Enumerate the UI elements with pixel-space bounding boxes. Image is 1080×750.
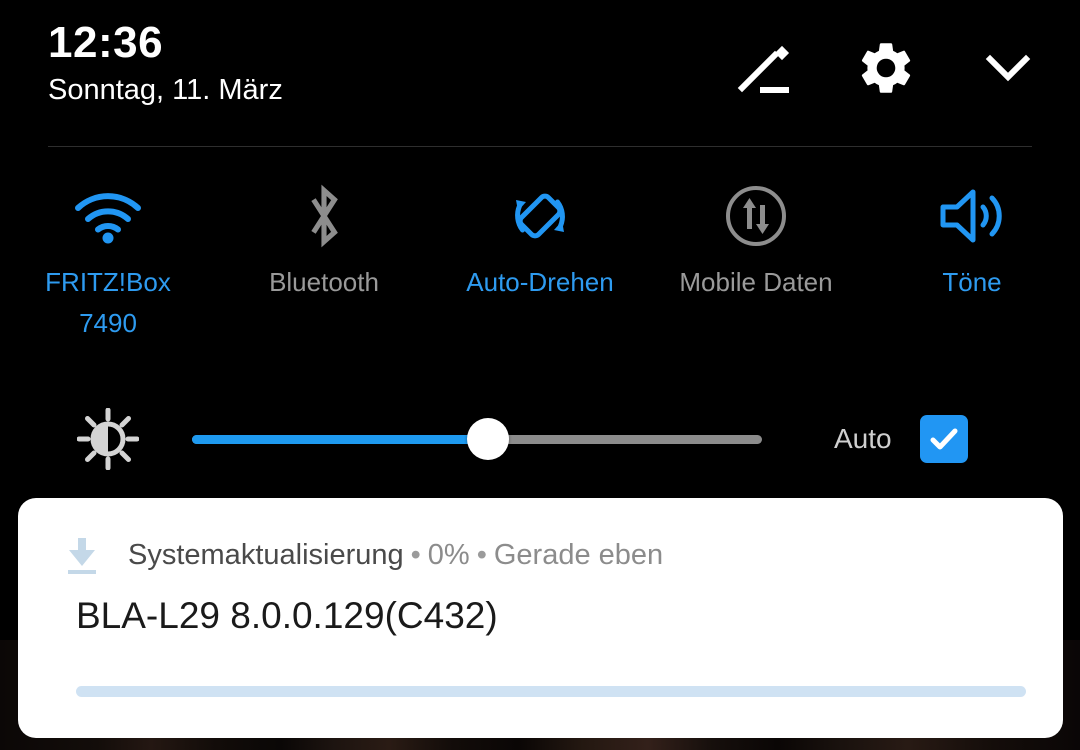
auto-brightness-control[interactable]: Auto xyxy=(834,415,968,463)
notification-separator-2: • xyxy=(476,539,487,571)
slider-thumb[interactable] xyxy=(467,418,510,460)
volume-icon xyxy=(937,180,1007,252)
edit-icon[interactable] xyxy=(732,36,796,100)
tile-label-wifi: FRITZ!Box 7490 xyxy=(45,267,171,338)
tile-wifi[interactable]: FRITZ!Box 7490 xyxy=(0,180,216,344)
slider-fill xyxy=(192,434,489,444)
quick-settings-tiles: FRITZ!Box 7490 Bluetooth Auto-Drehen Mob… xyxy=(0,180,1080,344)
brightness-row: Auto xyxy=(0,404,1080,474)
header-divider xyxy=(48,146,1032,147)
tile-auto-rotate[interactable]: Auto-Drehen xyxy=(432,180,648,344)
wifi-icon xyxy=(72,180,144,252)
tile-label-mobile-data: Mobile Daten xyxy=(679,267,833,297)
header-actions xyxy=(732,36,1040,100)
shade-header: 12:36 Sonntag, 11. März xyxy=(0,0,1080,147)
mobile-data-icon xyxy=(723,180,789,252)
chevron-down-icon[interactable] xyxy=(976,36,1040,100)
tile-label-sound: Töne xyxy=(942,267,1002,297)
notification-shade: 12:36 Sonntag, 11. März FRITZ!Box 7490 B… xyxy=(0,0,1080,750)
clock-date[interactable]: Sonntag, 11. März xyxy=(48,70,283,110)
tile-label-bluetooth: Bluetooth xyxy=(269,267,379,297)
gear-icon[interactable] xyxy=(854,36,918,100)
notification-card[interactable]: Systemaktualisierung • 0% • Gerade eben BLA-… xyxy=(18,498,1063,738)
brightness-slider[interactable] xyxy=(192,418,762,460)
notification-title: BLA-L29 8.0.0.129(C432) xyxy=(76,595,498,636)
clock-time[interactable]: 12:36 xyxy=(48,18,283,68)
bluetooth-icon xyxy=(294,180,354,252)
clock-block[interactable]: 12:36 Sonntag, 11. März xyxy=(48,18,283,110)
auto-rotate-icon xyxy=(506,180,574,252)
notification-app-name: Systemaktualisierung xyxy=(128,539,404,571)
notification-progress-bar xyxy=(76,686,1026,697)
auto-brightness-label: Auto xyxy=(834,423,892,454)
auto-brightness-checkbox[interactable] xyxy=(919,415,968,463)
notification-time-text: Gerade eben xyxy=(493,539,664,571)
notification-header-text: Systemaktualisierung • 0% • Gerade eben xyxy=(128,534,663,576)
download-icon xyxy=(62,534,102,576)
notification-progress-text: 0% xyxy=(427,539,470,571)
notification-separator-1: • xyxy=(410,539,421,571)
tile-mobile-data[interactable]: Mobile Daten xyxy=(648,180,864,344)
notification-header: Systemaktualisierung • 0% • Gerade eben xyxy=(62,534,1063,576)
tile-sound[interactable]: Töne xyxy=(864,180,1080,344)
brightness-icon[interactable] xyxy=(76,407,140,471)
tile-bluetooth[interactable]: Bluetooth xyxy=(216,180,432,344)
tile-label-auto-rotate: Auto-Drehen xyxy=(466,267,614,297)
